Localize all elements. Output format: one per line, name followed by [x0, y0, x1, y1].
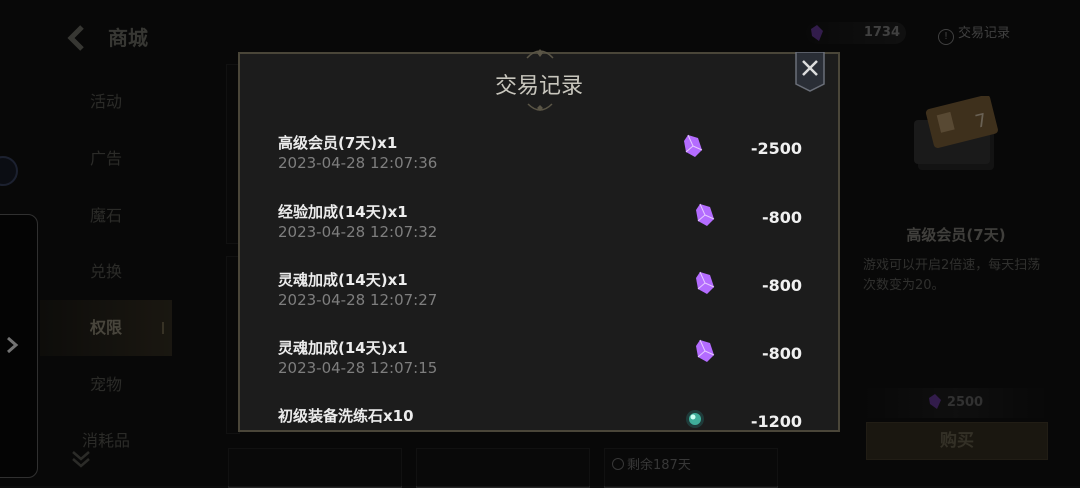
modal-title: 交易记录 — [494, 74, 583, 99]
clock-icon — [612, 458, 624, 470]
product-description: 游戏可以开启2倍速，每天扫荡次数变为20。 — [863, 258, 1041, 293]
trade-record-label: 交易记录 — [958, 26, 1011, 41]
record-item: 灵魂加成(14天)x1 2023-04-28 12:07:27 -800 — [278, 269, 808, 337]
sidebar: 活动 广告 魔石 兑换 权限 宠物 消耗品 — [40, 70, 172, 486]
sidebar-item-magic-stone[interactable]: 魔石 — [40, 188, 172, 244]
sidebar-item-pets[interactable]: 宠物 — [40, 357, 172, 413]
close-icon[interactable] — [795, 52, 825, 92]
sidebar-item-privileges[interactable]: 权限 — [40, 300, 172, 356]
purple-gem-icon — [696, 339, 715, 362]
record-item: 经验加成(14天)x1 2023-04-28 12:07:32 -800 — [278, 201, 808, 269]
side-drawer-toggle[interactable] — [0, 214, 38, 478]
record-amount: -800 — [761, 276, 802, 295]
record-name: 灵魂加成(14天)x1 — [278, 271, 408, 289]
record-time: 2023-04-28 12:07:32 — [278, 223, 438, 241]
record-time: 2023-04-28 12:07:36 — [278, 154, 438, 172]
record-name: 灵魂加成(14天)x1 — [278, 339, 408, 357]
sidebar-item-consumables[interactable]: 消耗品 — [40, 413, 172, 469]
chevron-right-icon — [7, 336, 19, 354]
active-marker-icon — [162, 322, 172, 334]
trade-record-link[interactable]: ! 交易记录 — [938, 22, 1011, 45]
sidebar-item-exchange[interactable]: 兑换 — [40, 244, 172, 300]
price-row: 2500 — [858, 388, 1054, 418]
ornament-icon — [527, 103, 553, 111]
record-amount: -800 — [761, 208, 802, 227]
buy-button[interactable]: 购买 — [866, 422, 1048, 460]
record-time: 2023-04-28 12:07:15 — [278, 359, 438, 377]
record-amount: -2500 — [750, 139, 802, 158]
info-icon: ! — [938, 29, 954, 45]
page-title: 商城 — [108, 26, 148, 50]
purple-gem-icon — [811, 25, 823, 41]
record-name: 经验加成(14天)x1 — [278, 203, 408, 221]
remaining-time-label: 剩余187天 — [627, 458, 691, 473]
record-item: 灵魂加成(14天)x1 2023-04-28 12:07:15 -800 — [278, 337, 808, 405]
purple-gem-icon — [928, 394, 941, 409]
back-arrow-icon[interactable] — [64, 24, 92, 52]
green-stone-icon — [686, 410, 704, 428]
trade-record-modal: 交易记录 高级会员(7天)x1 2023-04-28 12:07:36 -250… — [238, 49, 840, 432]
ornament-icon — [526, 49, 554, 59]
corner-ornament — [238, 52, 250, 64]
product-card[interactable] — [416, 448, 590, 488]
record-time: 2023-04-28 12:07:27 — [278, 291, 438, 309]
sidebar-item-ads[interactable]: 广告 — [40, 131, 172, 187]
record-amount: -800 — [761, 344, 802, 363]
currency-amount: 1734 — [863, 25, 900, 40]
product-detail-panel: 7 高级会员(7天) 游戏可以开启2倍速，每天扫荡次数变为20。 2500 购买 — [858, 66, 1054, 486]
record-item: 高级会员(7天)x1 2023-04-28 12:07:36 -2500 — [278, 132, 808, 200]
remaining-time: 剩余187天 — [612, 454, 691, 473]
chevron-double-down-icon[interactable] — [70, 448, 92, 470]
product-price: 2500 — [946, 395, 984, 410]
corner-ornament — [828, 52, 840, 64]
purple-gem-icon — [696, 271, 715, 294]
purple-gem-icon — [684, 134, 703, 157]
sidebar-item-activity[interactable]: 活动 — [40, 74, 172, 130]
currency-display: 1734 — [806, 22, 906, 44]
purple-gem-icon — [696, 203, 715, 226]
product-card[interactable] — [228, 448, 402, 488]
record-name: 初级装备洗练石x10 — [278, 407, 414, 425]
record-item: 初级装备洗练石x10 -1200 — [278, 405, 808, 431]
membership-card-icon: 7 — [914, 96, 998, 170]
sidebar-item-label: 权限 — [89, 318, 122, 337]
record-amount: -1200 — [750, 412, 802, 431]
record-name: 高级会员(7天)x1 — [278, 134, 398, 152]
product-title: 高级会员(7天) — [906, 226, 1006, 244]
